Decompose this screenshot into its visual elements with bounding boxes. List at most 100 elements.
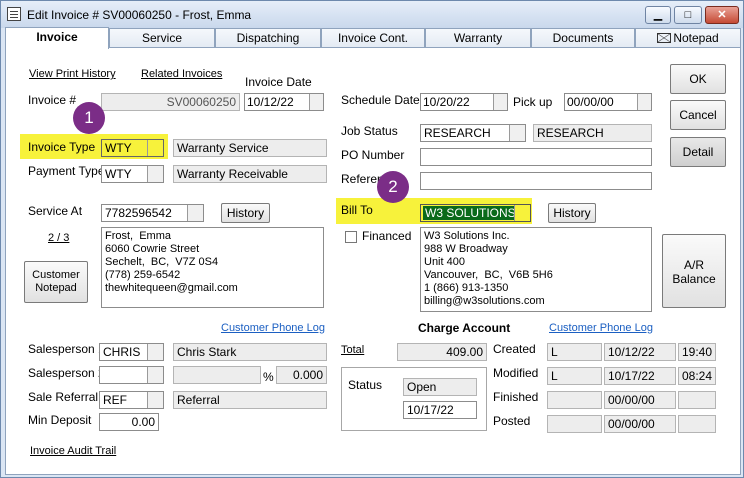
bill-to-address-box[interactable]: W3 Solutions Inc. 988 W Broadway Unit 40… bbox=[420, 227, 652, 312]
close-button[interactable]: ✕ bbox=[705, 6, 739, 24]
related-invoices-link[interactable]: Related Invoices bbox=[141, 68, 222, 80]
invoice-audit-trail-link[interactable]: Invoice Audit Trail bbox=[30, 445, 116, 457]
cancel-button[interactable]: Cancel bbox=[670, 100, 726, 130]
app-icon bbox=[7, 7, 21, 21]
ar-balance-button[interactable]: A/R Balance bbox=[662, 234, 726, 308]
status-group bbox=[341, 367, 487, 431]
salesperson2-label: Salesperson 2 bbox=[28, 366, 105, 380]
invoice-type-description: Warranty Service bbox=[173, 139, 327, 157]
dropdown-icon[interactable] bbox=[147, 367, 163, 383]
annotation-badge-2: 2 bbox=[377, 171, 409, 203]
financed-label: Financed bbox=[362, 229, 412, 243]
bill-to-value: W3 SOLUTIONS bbox=[423, 206, 518, 220]
pick-up-field[interactable]: 00/00/00 bbox=[564, 93, 652, 111]
invoice-number-label: Invoice # bbox=[28, 93, 77, 107]
ok-button[interactable]: OK bbox=[670, 64, 726, 94]
dropdown-icon[interactable] bbox=[147, 392, 163, 408]
tab-warranty[interactable]: Warranty bbox=[425, 28, 531, 48]
dropdown-icon[interactable] bbox=[147, 140, 163, 156]
po-number-label: PO Number bbox=[341, 148, 405, 162]
po-number-field[interactable] bbox=[420, 148, 652, 166]
address-page-counter[interactable]: 2 / 3 bbox=[48, 232, 69, 244]
modified-date-field: 10/17/22 bbox=[604, 367, 676, 385]
salesperson1-value: CHRIS bbox=[103, 345, 141, 359]
schedule-date-field[interactable]: 10/20/22 bbox=[420, 93, 508, 111]
status-field: Open bbox=[403, 378, 477, 396]
date-picker-icon[interactable] bbox=[493, 94, 507, 110]
service-at-value: 7782596542 bbox=[105, 206, 172, 220]
salesperson1-combo[interactable]: CHRIS bbox=[99, 343, 164, 361]
tab-notepad[interactable]: Notepad bbox=[635, 28, 741, 48]
financed-checkbox[interactable] bbox=[345, 231, 357, 243]
dropdown-icon[interactable] bbox=[187, 205, 203, 221]
payment-type-value: WTY bbox=[105, 167, 132, 181]
sale-referral-description: Referral bbox=[173, 391, 327, 409]
salesperson2-percent: 0.000 bbox=[276, 366, 327, 384]
payment-type-combo[interactable]: WTY bbox=[101, 165, 164, 183]
customer-notepad-button[interactable]: Customer Notepad bbox=[24, 261, 88, 303]
invoice-type-value: WTY bbox=[105, 141, 132, 155]
created-time-field: 19:40 bbox=[678, 343, 716, 361]
job-status-combo[interactable]: RESEARCH bbox=[420, 124, 526, 142]
sale-referral-value: REF bbox=[103, 393, 127, 407]
customer-phone-log-link-left[interactable]: Customer Phone Log bbox=[221, 322, 325, 334]
annotation-badge-1: 1 bbox=[73, 102, 105, 134]
sale-referral-label: Sale Referral bbox=[28, 390, 99, 404]
job-status-label: Job Status bbox=[341, 124, 398, 138]
dropdown-icon[interactable] bbox=[147, 344, 163, 360]
created-date-field: 10/12/22 bbox=[604, 343, 676, 361]
charge-account-heading: Charge Account bbox=[418, 321, 511, 335]
edit-invoice-window: Edit Invoice # SV00060250 - Frost, Emma … bbox=[0, 0, 744, 478]
bill-to-history-button[interactable]: History bbox=[548, 203, 596, 223]
status-label: Status bbox=[348, 378, 383, 392]
modified-time-field: 08:24 bbox=[678, 367, 716, 385]
modified-label: Modified bbox=[493, 366, 539, 380]
min-deposit-label: Min Deposit bbox=[28, 413, 92, 427]
sale-referral-combo[interactable]: REF bbox=[99, 391, 164, 409]
tab-invoice[interactable]: Invoice bbox=[5, 27, 109, 49]
title-bar: Edit Invoice # SV00060250 - Frost, Emma … bbox=[1, 1, 743, 28]
invoice-date-label: Invoice Date bbox=[245, 75, 312, 89]
payment-type-description: Warranty Receivable bbox=[173, 165, 327, 183]
view-print-history-link[interactable]: View Print History bbox=[29, 68, 116, 80]
customer-notepad-line1: Customer bbox=[32, 269, 80, 281]
tab-notepad-label: Notepad bbox=[673, 31, 719, 45]
invoice-date-field[interactable]: 10/12/22 bbox=[244, 93, 324, 111]
date-picker-icon[interactable] bbox=[637, 94, 651, 110]
service-history-button[interactable]: History bbox=[221, 203, 270, 223]
percent-sign: % bbox=[263, 370, 274, 384]
schedule-date-value: 10/20/22 bbox=[423, 95, 470, 109]
modified-by-field: L bbox=[547, 367, 602, 385]
posted-label: Posted bbox=[493, 414, 531, 428]
invoice-type-combo[interactable]: WTY bbox=[101, 139, 164, 157]
bill-to-label: Bill To bbox=[341, 203, 373, 217]
ar-balance-line1: A/R bbox=[683, 258, 704, 272]
finished-date-field: 00/00/00 bbox=[604, 391, 676, 409]
tab-service[interactable]: Service bbox=[109, 28, 215, 48]
pick-up-label: Pick up bbox=[513, 95, 553, 109]
tab-dispatching[interactable]: Dispatching bbox=[215, 28, 321, 48]
min-deposit-field[interactable]: 0.00 bbox=[99, 413, 159, 431]
tab-invoice-cont[interactable]: Invoice Cont. bbox=[321, 28, 425, 48]
dropdown-icon[interactable] bbox=[147, 166, 163, 182]
date-picker-icon[interactable] bbox=[309, 94, 323, 110]
total-field: 409.00 bbox=[397, 343, 487, 361]
dropdown-icon[interactable] bbox=[514, 205, 530, 221]
minimize-button[interactable]: ▁ bbox=[645, 6, 671, 24]
dropdown-icon[interactable] bbox=[509, 125, 525, 141]
total-link[interactable]: Total bbox=[341, 344, 364, 356]
detail-button[interactable]: Detail bbox=[670, 137, 726, 167]
finished-by-field bbox=[547, 391, 602, 409]
customer-notepad-line2: Notepad bbox=[35, 282, 77, 294]
created-by-field: L bbox=[547, 343, 602, 361]
service-at-combo[interactable]: 7782596542 bbox=[101, 204, 204, 222]
service-address-box[interactable]: Frost, Emma 6060 Cowrie Street Sechelt, … bbox=[101, 227, 324, 308]
salesperson2-combo[interactable] bbox=[99, 366, 164, 384]
finished-label: Finished bbox=[493, 390, 539, 404]
bill-to-combo[interactable]: W3 SOLUTIONS bbox=[420, 204, 531, 222]
reference-field[interactable] bbox=[420, 172, 652, 190]
customer-phone-log-link-right[interactable]: Customer Phone Log bbox=[549, 322, 653, 334]
maximize-button[interactable]: □ bbox=[674, 6, 702, 24]
status-date-field[interactable]: 10/17/22 bbox=[403, 401, 477, 419]
tab-documents[interactable]: Documents bbox=[531, 28, 635, 48]
